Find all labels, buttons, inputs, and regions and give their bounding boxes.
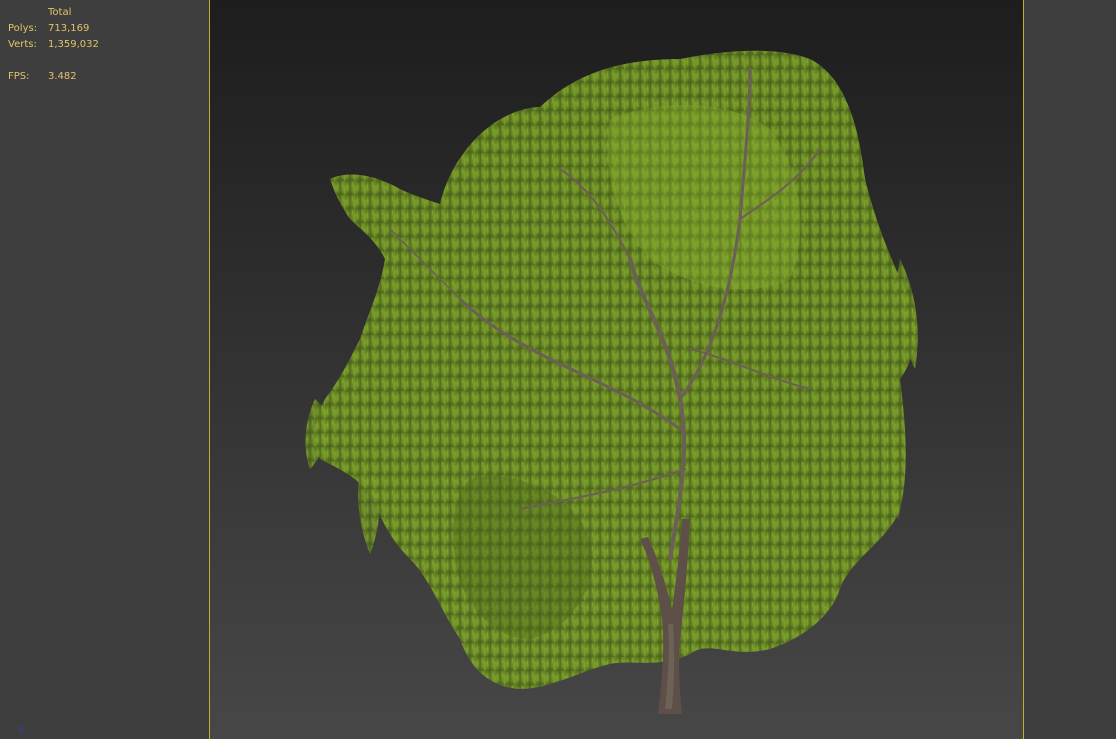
z-axis-label: z	[19, 725, 24, 735]
verts-label: Verts:	[8, 39, 37, 50]
weeping-willow-model[interactable]	[210, 0, 1025, 739]
verts-value: 1,359,032	[48, 39, 99, 50]
stats-header-row: Total	[8, 5, 99, 21]
foliage-canopy	[305, 50, 918, 689]
polys-label: Polys:	[8, 23, 38, 34]
fps-row: FPS: 3.482	[8, 69, 99, 85]
verts-row: Verts: 1,359,032	[8, 37, 99, 53]
viewport-perspective[interactable]: Total Polys: 713,169 Verts: 1,359,032 FP…	[0, 0, 1116, 739]
safe-frame	[209, 0, 1024, 739]
polys-row: Polys: 713,169	[8, 21, 99, 37]
polys-value: 713,169	[48, 23, 90, 34]
viewport-statistics: Total Polys: 713,169 Verts: 1,359,032 FP…	[8, 5, 99, 85]
fps-value: 3.482	[48, 71, 77, 82]
stats-header: Total	[48, 7, 72, 18]
fps-label: FPS:	[8, 71, 30, 82]
